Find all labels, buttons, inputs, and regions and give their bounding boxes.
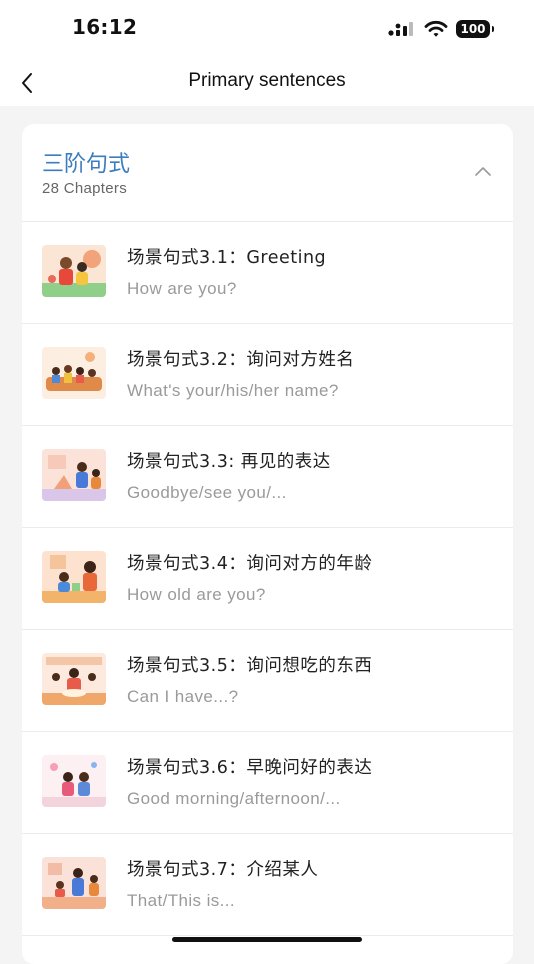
- lesson-item[interactable]: 场景句式3.3: 再见的表达 Goodbye/see you/...: [22, 426, 513, 528]
- lesson-item[interactable]: 场景句式3.6：早晚问好的表达 Good morning/afternoon/.…: [22, 732, 513, 834]
- status-icons: 100: [388, 18, 494, 40]
- family-illustration-thumbnail: [42, 551, 106, 603]
- family-illustration-thumbnail: [42, 449, 106, 501]
- lesson-subtitle: Goodbye/see you/...: [127, 483, 287, 502]
- lesson-list: 场景句式3.1：Greeting How are you? 场景句式3.2：询问…: [22, 222, 513, 936]
- home-indicator: [172, 937, 362, 942]
- page-title: Primary sentences: [188, 70, 346, 91]
- lesson-title: 场景句式3.6：早晚问好的表达: [127, 758, 373, 778]
- lesson-subtitle: That/This is...: [127, 891, 236, 910]
- wifi-icon: [424, 20, 448, 37]
- section-card: 三阶句式 28 Chapters 场景句式3.1：Greeting How ar…: [22, 124, 513, 964]
- lesson-title: 场景句式3.2：询问对方姓名: [127, 350, 355, 370]
- family-illustration-thumbnail: [42, 857, 106, 909]
- lesson-item[interactable]: 场景句式3.2：询问对方姓名 What's your/his/her name?: [22, 324, 513, 426]
- lesson-title: 场景句式3.1：Greeting: [127, 248, 327, 268]
- lesson-item[interactable]: 场景句式3.7：介绍某人 That/This is...: [22, 834, 513, 936]
- lesson-item[interactable]: 场景句式3.1：Greeting How are you?: [22, 222, 513, 324]
- family-illustration-thumbnail: [42, 755, 106, 807]
- navigation-bar: Primary sentences: [0, 58, 534, 106]
- lesson-subtitle: Can I have...?: [127, 687, 239, 706]
- chapter-count: 28 Chapters: [42, 180, 128, 197]
- family-illustration-thumbnail: [42, 245, 106, 297]
- lesson-subtitle: Good morning/afternoon/...: [127, 789, 341, 808]
- lesson-title: 场景句式3.3: 再见的表达: [127, 452, 331, 472]
- section-title: 三阶句式: [42, 152, 131, 177]
- lesson-title: 场景句式3.7：介绍某人: [127, 860, 319, 880]
- lesson-title: 场景句式3.5：询问想吃的东西: [127, 656, 373, 676]
- chevron-up-icon[interactable]: [473, 164, 493, 178]
- battery-icon: 100: [456, 20, 494, 38]
- lesson-item[interactable]: 场景句式3.5：询问想吃的东西 Can I have...?: [22, 630, 513, 732]
- lesson-item[interactable]: 场景句式3.4：询问对方的年龄 How old are you?: [22, 528, 513, 630]
- lesson-subtitle: How are you?: [127, 279, 237, 298]
- status-time: 16:12: [72, 15, 138, 39]
- family-illustration-thumbnail: [42, 347, 106, 399]
- battery-level: 100: [460, 22, 486, 36]
- lesson-subtitle: What's your/his/her name?: [127, 381, 339, 400]
- status-bar: 16:12 100: [0, 0, 534, 58]
- section-header[interactable]: 三阶句式 28 Chapters: [22, 124, 513, 222]
- lesson-subtitle: How old are you?: [127, 585, 266, 604]
- lesson-title: 场景句式3.4：询问对方的年龄: [127, 554, 373, 574]
- family-illustration-thumbnail: [42, 653, 106, 705]
- cellular-signal-icon: [388, 22, 413, 36]
